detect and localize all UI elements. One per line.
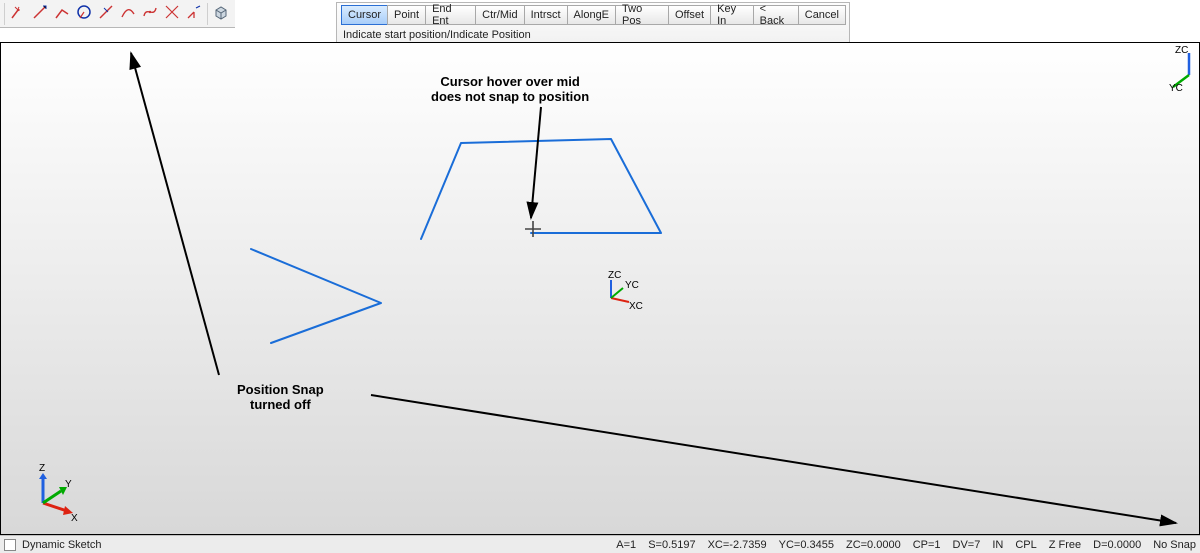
status-bar: Dynamic Sketch A=1 S=0.5197 XC=-2.7359 Y… <box>0 535 1200 553</box>
status-d: D=0.0000 <box>1093 539 1141 551</box>
back-button[interactable]: < Back <box>753 5 799 25</box>
spline-tool-button[interactable] <box>140 3 160 25</box>
annotation-hover-text: Cursor hover over mid does not snap to p… <box>431 75 589 105</box>
tangent-line-tool-button[interactable] <box>96 3 116 25</box>
mode-intrsct-button[interactable]: Intrsct <box>524 5 568 25</box>
mode-endent-button[interactable]: End Ent <box>425 5 476 25</box>
triad-x-label: XC <box>629 301 643 312</box>
mode-cursor-button[interactable]: Cursor <box>341 5 388 25</box>
mode-alonge-button[interactable]: AlongE <box>567 5 616 25</box>
line-icon <box>32 4 48 23</box>
toolbar-separator <box>207 3 208 25</box>
corner-triad-y-label: Y <box>65 479 72 490</box>
cursor-cross-icon <box>525 221 541 237</box>
center-axis-triad-icon: ZC YC XC <box>608 270 643 312</box>
corner-line-tool-button[interactable] <box>184 3 204 25</box>
triad-y-label: YC <box>625 280 639 291</box>
sketch-tool-toolbar <box>0 0 235 28</box>
annotation-arrow-hover <box>531 107 541 218</box>
cross-line-tool-button[interactable] <box>162 3 182 25</box>
status-left: Dynamic Sketch <box>4 539 101 551</box>
mode-ctrmid-button[interactable]: Ctr/Mid <box>475 5 524 25</box>
line-tool-button[interactable] <box>30 3 50 25</box>
sketch-polyline-1 <box>251 249 381 343</box>
status-s: S=0.5197 <box>648 539 695 551</box>
status-cp: CP=1 <box>913 539 941 551</box>
viewport[interactable]: ZC YC XC Z Y X ZC YC Cursor hover over m… <box>0 42 1200 535</box>
mode-twopos-button[interactable]: Two Pos <box>615 5 669 25</box>
mode-offset-button[interactable]: Offset <box>668 5 711 25</box>
cancel-button[interactable]: Cancel <box>798 5 846 25</box>
toolbar-separator <box>4 3 5 25</box>
status-in: IN <box>992 539 1003 551</box>
cube-tool-button[interactable] <box>211 3 231 25</box>
status-right: A=1 S=0.5197 XC=-2.7359 YC=0.3455 ZC=0.0… <box>616 539 1196 551</box>
topright-triad-y-label: YC <box>1169 83 1183 94</box>
status-color-swatch[interactable] <box>4 539 16 551</box>
cross-icon <box>164 4 180 23</box>
mode-point-button[interactable]: Point <box>387 5 426 25</box>
corner-axis-triad-icon: Z Y X <box>39 463 78 524</box>
cube-icon <box>213 4 229 23</box>
status-snap: No Snap <box>1153 539 1196 551</box>
corner-triad-z-label: Z <box>39 463 45 474</box>
annotation-arrow-status <box>371 395 1176 523</box>
spline-icon <box>142 4 158 23</box>
status-yc: YC=0.3455 <box>779 539 834 551</box>
topright-triad-z-label: ZC <box>1175 45 1188 56</box>
status-cpl: CPL <box>1015 539 1036 551</box>
annotation-snap-text: Position Snap turned off <box>237 383 324 413</box>
input-mode-toolbar: Cursor Point End Ent Ctr/Mid Intrsct Alo… <box>336 2 850 45</box>
status-xc: XC=-2.7359 <box>708 539 767 551</box>
drawing-canvas: ZC YC XC Z Y X ZC YC <box>1 43 1199 534</box>
topright-axis-triad-icon: ZC YC <box>1169 45 1189 94</box>
status-dv: DV=7 <box>953 539 981 551</box>
status-a: A=1 <box>616 539 636 551</box>
tangent-icon <box>98 4 114 23</box>
status-zc: ZC=0.0000 <box>846 539 901 551</box>
spark-icon <box>10 4 26 23</box>
circle-tool-button[interactable] <box>74 3 94 25</box>
status-zfree: Z Free <box>1049 539 1081 551</box>
mode-button-row: Cursor Point End Ent Ctr/Mid Intrsct Alo… <box>337 3 849 27</box>
mode-keyin-button[interactable]: Key In <box>710 5 754 25</box>
corner-icon <box>186 4 202 23</box>
angle-line-icon <box>54 4 70 23</box>
angle-line-tool-button[interactable] <box>52 3 72 25</box>
arc-icon <box>120 4 136 23</box>
corner-triad-x-label: X <box>71 513 78 524</box>
annotation-arrow-toolbar <box>131 53 219 375</box>
triad-z-label: ZC <box>608 270 621 281</box>
spark-tool-button[interactable] <box>8 3 28 25</box>
status-mode-text: Dynamic Sketch <box>22 539 101 551</box>
sketch-polyline-2 <box>421 139 661 239</box>
arc-tool-button[interactable] <box>118 3 138 25</box>
circle-icon <box>76 4 92 23</box>
